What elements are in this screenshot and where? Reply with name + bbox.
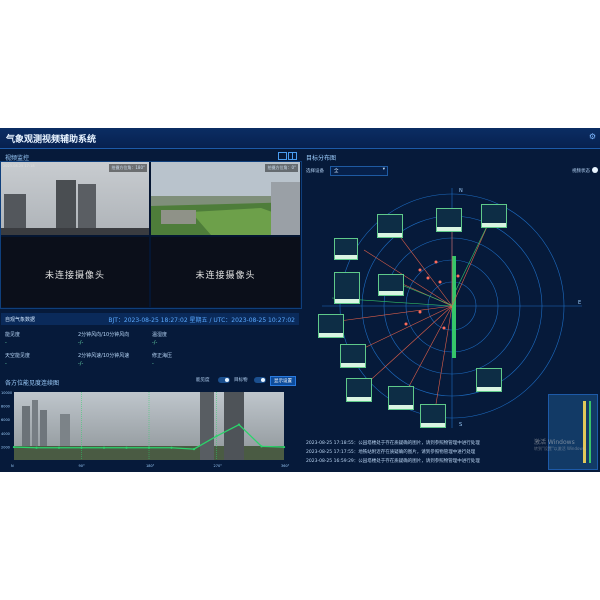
visibility-point xyxy=(35,446,38,449)
widget-bar-yellow xyxy=(583,401,586,463)
visibility-bar xyxy=(452,256,456,358)
panorama-svg: 10000 8000 6000 4000 2000 N 90° 180° 270° 360° xyxy=(1,391,290,468)
log-entry: 2023-08-25 17:18:55：公园塔楼处于存在质疑确的图片，请到参照物… xyxy=(306,441,480,446)
visibility-point xyxy=(237,423,241,426)
weather-label-sky-visibility: 天空能见度 xyxy=(5,353,31,359)
visibility-point xyxy=(80,446,83,449)
video-panel: 2023-08-25 17:18 拍摄方位角：180° 拍摄方位角：0° 未连接… xyxy=(0,161,302,309)
device-select[interactable]: 全 ▾ xyxy=(330,166,388,176)
visibility-point xyxy=(282,445,286,449)
x-tick-label: 180° xyxy=(146,464,155,468)
device-select-value: 全 xyxy=(334,169,339,174)
weather-title: 自观气象数据 xyxy=(5,317,36,323)
weather-value-wind-direction: -/- xyxy=(78,340,84,346)
target-thumbnail[interactable] xyxy=(346,378,372,402)
layout-quad-icon[interactable] xyxy=(288,152,297,160)
layout-grid-icon[interactable] xyxy=(278,152,287,160)
display-settings-button[interactable]: 显示设置 xyxy=(270,376,296,386)
visibility-point xyxy=(125,446,128,449)
widget-bar-green xyxy=(589,401,591,463)
app-window: 气象观测视频辅助系统 ⚙ 视频监控 2023-08-25 17:18 拍摄方位角… xyxy=(0,128,600,472)
weather-label-wind-direction: 2分钟风向/10分钟风向 xyxy=(78,332,130,338)
target-thumbnail[interactable] xyxy=(334,238,358,260)
x-tick-label: 360° xyxy=(281,464,290,468)
visibility-point xyxy=(102,446,106,449)
windows-activate-hint: 转到"设置"以激活 Windows。 xyxy=(534,446,589,451)
alert-log-list: 2023-08-25 17:18:55：公园塔楼处于存在质疑确的图片，请到参照物… xyxy=(306,440,546,467)
weather-label-temp-humidity: 温湿度 xyxy=(152,332,168,338)
windows-activate-watermark: 激活 Windows xyxy=(534,439,575,446)
target-thumbnail[interactable] xyxy=(388,386,414,410)
no-camera-text: 未连接摄像头 xyxy=(195,270,256,281)
title-bar: 气象观测视频辅助系统 ⚙ xyxy=(0,128,600,149)
compass-e: E xyxy=(578,300,581,306)
weather-label-sea-pressure: 修正海压 xyxy=(152,353,173,359)
side-widget xyxy=(548,394,598,470)
weather-label-visibility: 能见度 xyxy=(5,332,21,338)
video-feed-1-timestamp: 2023-08-25 17:18 xyxy=(3,164,35,168)
visibility-point xyxy=(12,445,16,449)
log-entry: 2023-08-25 16:59:29：公园塔楼处于存在质疑确的图片，请到参照物… xyxy=(306,459,480,464)
target-thumbnail[interactable] xyxy=(377,214,403,238)
weather-label-wind-speed: 2分钟风速/10分钟风速 xyxy=(78,353,130,359)
visibility-toggle[interactable] xyxy=(218,377,230,383)
panorama-chart: 10000 8000 6000 4000 2000 N 90° 180° 270° 360° xyxy=(0,386,300,470)
weather-value-temp-humidity: -/- xyxy=(152,340,158,346)
weather-value-wind-speed: -/- xyxy=(78,361,84,367)
select-device-label: 选择设备 xyxy=(306,169,324,174)
y-tick-label: 8000 xyxy=(1,405,10,409)
target-panel-title: 目标分布图 xyxy=(306,155,337,162)
panorama-toggle2-label: 目标物 xyxy=(234,378,248,383)
x-tick-label: 90° xyxy=(79,464,85,468)
visibility-point xyxy=(215,435,218,438)
weather-value-visibility: - xyxy=(5,340,7,346)
weather-header: 自观气象数据 BJT：2023-08-25 18:27:02 星期五 / UTC… xyxy=(1,313,299,325)
target-thumbnail[interactable] xyxy=(436,208,462,232)
compass-s: S xyxy=(459,422,462,428)
video-status-label: 视频状态 xyxy=(572,169,590,174)
y-tick-label: 4000 xyxy=(1,432,10,436)
video-feed-4[interactable]: 未连接摄像头 xyxy=(151,237,300,307)
weather-time: BJT：2023-08-25 18:27:02 星期五 / UTC：2023-0… xyxy=(108,317,295,324)
target-thumbnail[interactable] xyxy=(420,404,446,428)
visibility-point xyxy=(147,446,151,449)
x-tick-label: 270° xyxy=(214,464,223,468)
video-feed-3[interactable]: 未连接摄像头 xyxy=(1,237,149,307)
y-tick-label: 10000 xyxy=(1,391,12,395)
target-thumbnail[interactable] xyxy=(318,314,344,338)
visibility-point xyxy=(260,445,263,448)
log-entry: 2023-08-25 17:17:55：地铁站附近存在质疑确的图片，请到参照物管… xyxy=(306,450,476,455)
no-camera-text: 未连接摄像头 xyxy=(44,270,105,281)
y-tick-label: 2000 xyxy=(1,445,10,449)
video-status-dot[interactable] xyxy=(592,167,598,173)
visibility-point xyxy=(57,446,61,449)
y-tick-label: 6000 xyxy=(1,418,10,422)
video-feed-2[interactable]: 拍摄方位角：0° xyxy=(151,162,300,235)
chevron-down-icon: ▾ xyxy=(382,167,385,172)
target-thumbnail[interactable] xyxy=(476,368,502,392)
visibility-point xyxy=(170,446,173,449)
panorama-toggle1-label: 能见度 xyxy=(196,378,210,383)
target-thumbnail[interactable] xyxy=(340,344,366,368)
visibility-point xyxy=(192,448,196,451)
x-tick-label: N xyxy=(11,464,14,468)
weather-value-sky-visibility: - xyxy=(5,361,7,367)
target-toggle[interactable] xyxy=(254,377,266,383)
target-thumbnail[interactable] xyxy=(481,204,507,228)
video-feed-1-azimuth: 拍摄方位角：180° xyxy=(109,164,147,172)
target-thumbnail[interactable] xyxy=(378,274,404,296)
target-thumbnail[interactable] xyxy=(334,272,360,304)
video-feed-1-image xyxy=(1,162,149,235)
video-feed-2-azimuth: 拍摄方位角：0° xyxy=(265,164,298,172)
app-title: 气象观测视频辅助系统 xyxy=(6,135,97,145)
video-feed-1[interactable]: 2023-08-25 17:18 拍摄方位角：180° xyxy=(1,162,149,235)
compass-n: N xyxy=(459,188,463,194)
gear-icon[interactable]: ⚙ xyxy=(589,132,596,141)
video-feed-2-image xyxy=(151,162,300,235)
weather-value-sea-pressure: - xyxy=(152,361,154,367)
